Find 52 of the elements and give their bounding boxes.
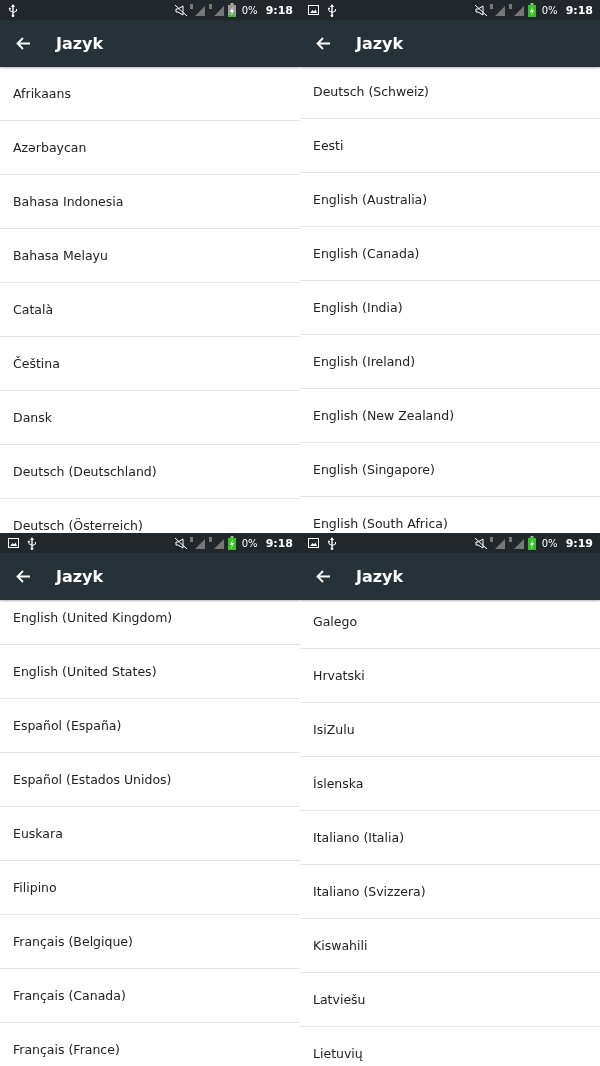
battery-icon bbox=[527, 3, 536, 17]
battery-icon bbox=[227, 536, 236, 550]
language-item[interactable]: English (Singapore) bbox=[300, 443, 600, 497]
battery-icon bbox=[227, 3, 236, 17]
usb-icon bbox=[8, 3, 18, 17]
battery-icon bbox=[527, 536, 536, 550]
signal-icon bbox=[189, 3, 206, 17]
language-item[interactable]: English (Australia) bbox=[300, 173, 600, 227]
language-item[interactable]: IsiZulu bbox=[300, 703, 600, 757]
signal-icon bbox=[208, 3, 225, 17]
language-item[interactable]: Latviešu bbox=[300, 973, 600, 1027]
usb-icon bbox=[27, 536, 37, 550]
signal-icon bbox=[189, 536, 206, 550]
battery-percent: 0% bbox=[541, 4, 558, 16]
clock-time: 9:18 bbox=[265, 536, 293, 550]
battery-percent: 0% bbox=[241, 4, 258, 16]
signal-icon bbox=[508, 3, 525, 17]
mute-icon bbox=[474, 537, 487, 549]
language-item[interactable]: Deutsch (Schweiz) bbox=[300, 67, 600, 119]
language-item[interactable]: Italiano (Svizzera) bbox=[300, 865, 600, 919]
image-icon bbox=[308, 538, 319, 548]
usb-icon bbox=[327, 3, 337, 17]
language-item[interactable]: English (Canada) bbox=[300, 227, 600, 281]
mute-icon bbox=[174, 4, 187, 16]
mute-icon bbox=[474, 4, 487, 16]
language-item[interactable]: Íslenska bbox=[300, 757, 600, 811]
clock-time: 9:19 bbox=[565, 536, 593, 550]
language-item[interactable]: Lietuvių bbox=[300, 1027, 600, 1066]
screen-title: Jazyk bbox=[356, 567, 404, 586]
signal-icon bbox=[489, 536, 506, 550]
signal-icon bbox=[489, 3, 506, 17]
clock-time: 9:18 bbox=[565, 3, 593, 17]
screen-title: Jazyk bbox=[56, 567, 104, 586]
clock-time: 9:18 bbox=[265, 3, 293, 17]
language-item[interactable]: English (India) bbox=[300, 281, 600, 335]
language-item[interactable]: English (Ireland) bbox=[300, 335, 600, 389]
image-icon bbox=[8, 538, 19, 548]
signal-icon bbox=[508, 536, 525, 550]
battery-percent: 0% bbox=[541, 537, 558, 549]
image-icon bbox=[308, 5, 319, 15]
language-item[interactable]: Galego bbox=[300, 600, 600, 649]
language-item[interactable]: English (New Zealand) bbox=[300, 389, 600, 443]
battery-percent: 0% bbox=[241, 537, 258, 549]
mute-icon bbox=[174, 537, 187, 549]
signal-icon bbox=[208, 536, 225, 550]
language-item[interactable]: Eesti bbox=[300, 119, 600, 173]
language-item[interactable]: Hrvatski bbox=[300, 649, 600, 703]
usb-icon bbox=[327, 536, 337, 550]
screen-title: Jazyk bbox=[356, 34, 404, 53]
language-item[interactable]: Italiano (Italia) bbox=[300, 811, 600, 865]
screen-title: Jazyk bbox=[56, 34, 104, 53]
language-item[interactable]: Kiswahili bbox=[300, 919, 600, 973]
